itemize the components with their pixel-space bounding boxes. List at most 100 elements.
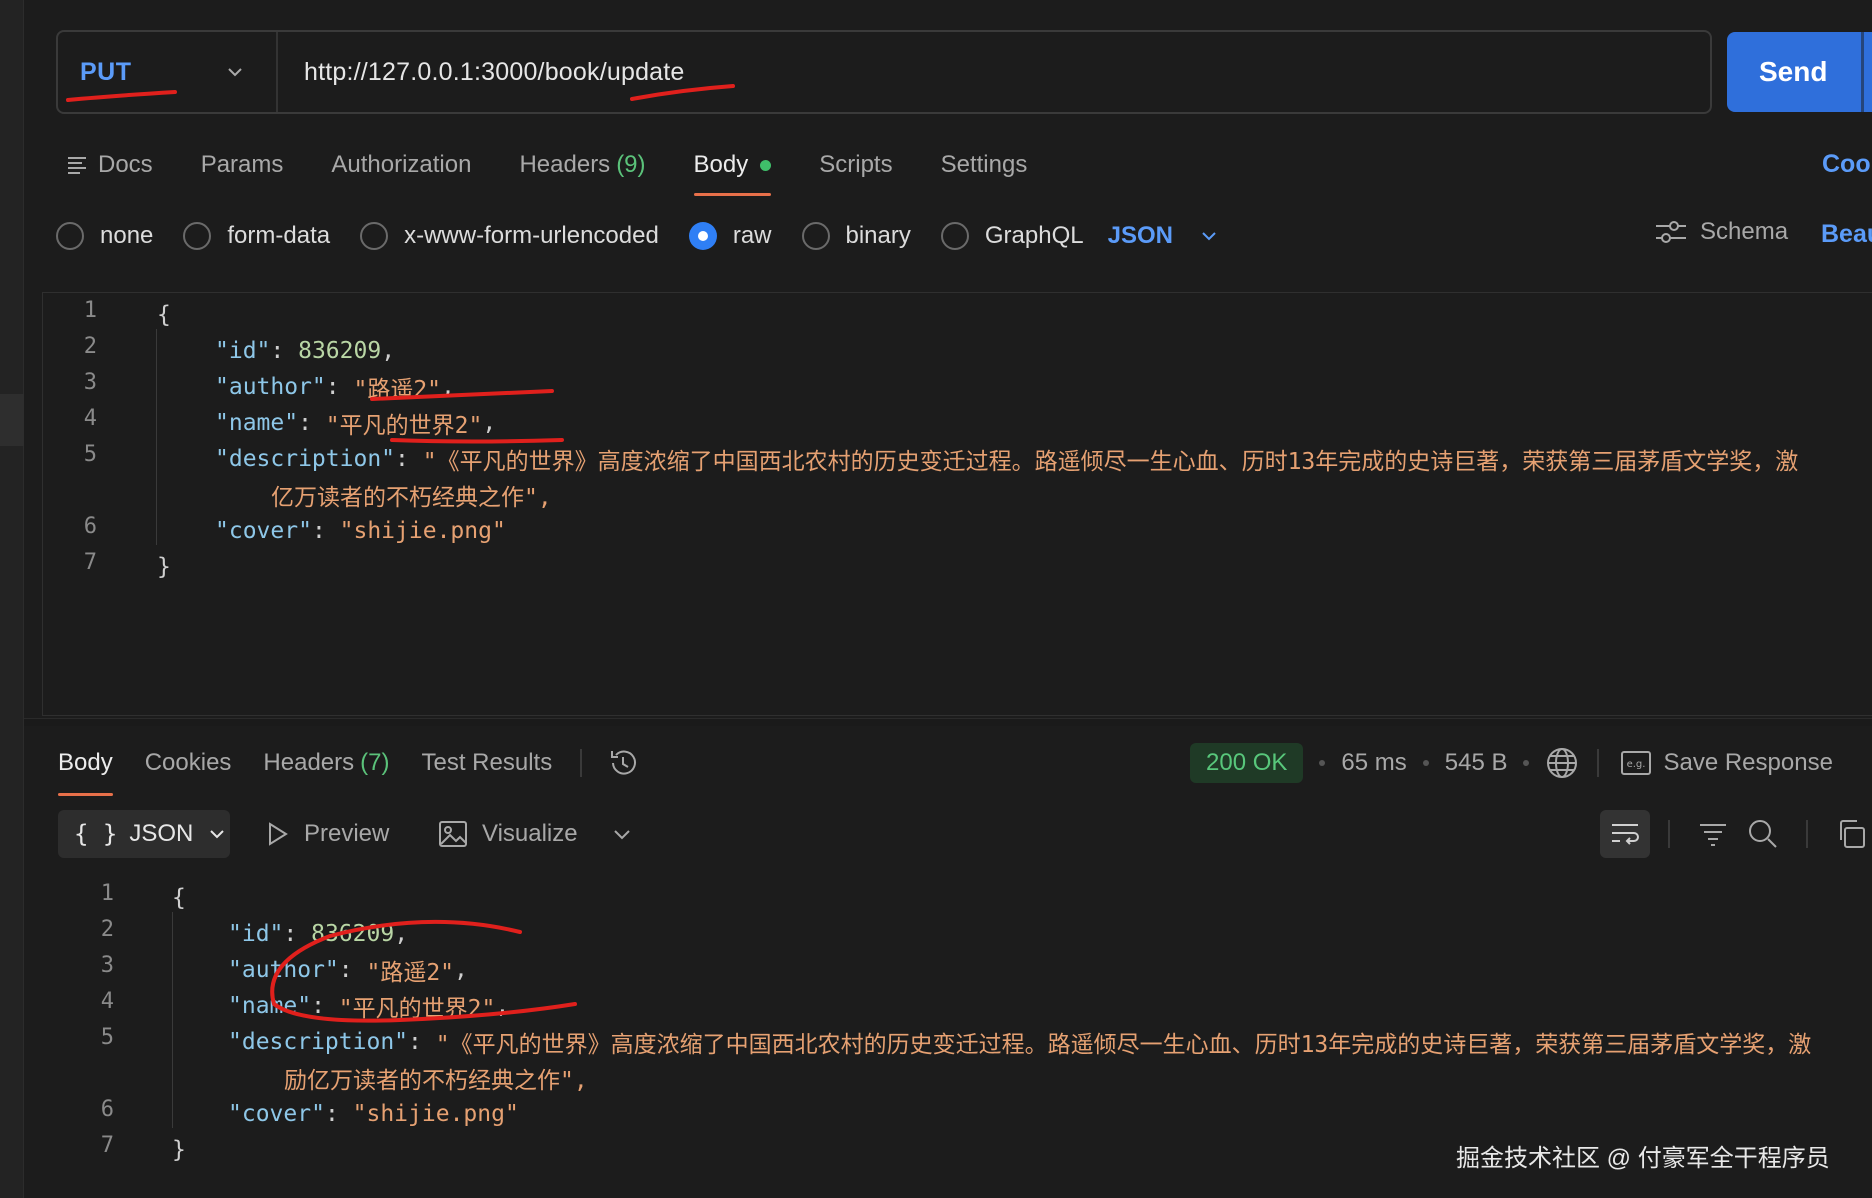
url-input[interactable]: http://127.0.0.1:3000/book/update bbox=[278, 58, 685, 87]
search-button[interactable] bbox=[1738, 810, 1788, 858]
status-badge[interactable]: 200 OK bbox=[1190, 743, 1304, 783]
tab-authorization-label: Authorization bbox=[331, 151, 472, 178]
wrap-lines-button[interactable] bbox=[1600, 810, 1650, 858]
tab-scripts-label: Scripts bbox=[819, 151, 893, 178]
json-key: "description" bbox=[215, 446, 396, 472]
brace-open: { bbox=[172, 885, 186, 911]
save-response-button[interactable]: e.g. Save Response bbox=[1621, 749, 1833, 777]
schema-label: Schema bbox=[1700, 218, 1789, 245]
request-body-editor[interactable]: 1 { 2 "id": 836209, 3 "author": "路遥2", 4… bbox=[42, 292, 1872, 716]
resp-tab-cookies-label: Cookies bbox=[144, 749, 232, 776]
image-icon bbox=[439, 821, 467, 847]
code-line: "author": "路遥2", bbox=[228, 952, 468, 988]
send-button[interactable]: Send bbox=[1727, 32, 1872, 112]
divider bbox=[1597, 749, 1600, 777]
brace-close: } bbox=[157, 554, 171, 580]
response-tools bbox=[1600, 810, 1872, 858]
request-tabs: Docs Params Authorization Headers (9) Bo… bbox=[66, 140, 1075, 196]
tab-body[interactable]: Body bbox=[693, 140, 772, 196]
left-gutter bbox=[0, 0, 24, 1198]
divider bbox=[1806, 820, 1808, 848]
resp-tab-body[interactable]: Body bbox=[58, 740, 113, 796]
filter-icon bbox=[1700, 824, 1726, 846]
radio-circle bbox=[940, 222, 969, 250]
code-line: "id": 836209, bbox=[228, 921, 409, 947]
radio-form-data[interactable]: form-data bbox=[183, 222, 330, 250]
url-bar: PUT http://127.0.0.1:3000/book/update bbox=[56, 30, 1712, 114]
code-line: { bbox=[172, 880, 186, 916]
search-icon bbox=[1749, 820, 1777, 848]
tab-body-label: Body bbox=[693, 151, 749, 178]
resp-tab-headers[interactable]: Headers (7) bbox=[263, 740, 389, 786]
radio-none-label: none bbox=[100, 222, 154, 249]
preview-button[interactable]: Preview bbox=[266, 810, 389, 858]
play-icon bbox=[269, 822, 288, 846]
response-format-select[interactable]: { } JSON bbox=[58, 810, 230, 858]
radio-circle bbox=[183, 222, 212, 250]
radio-none[interactable]: none bbox=[56, 222, 153, 250]
radio-graphql-label: GraphQL bbox=[984, 222, 1084, 249]
separator-dot bbox=[1319, 760, 1326, 766]
line-number: 5 bbox=[100, 1025, 114, 1050]
tab-authorization[interactable]: Authorization bbox=[331, 140, 471, 190]
schema-button[interactable]: Schema bbox=[1654, 218, 1788, 246]
json-value: "路遥2" bbox=[353, 377, 442, 403]
json-key: "id" bbox=[228, 921, 284, 947]
tab-settings[interactable]: Settings bbox=[941, 140, 1028, 190]
response-tabs: Body Cookies Headers (7) Test Results bbox=[58, 740, 640, 796]
method-select[interactable]: PUT bbox=[58, 32, 278, 112]
line-number: 1 bbox=[100, 881, 114, 906]
resp-tab-cookies[interactable]: Cookies bbox=[145, 740, 232, 786]
radio-raw[interactable]: raw bbox=[688, 222, 772, 250]
json-value: 836209 bbox=[311, 921, 395, 947]
visualize-label: Visualize bbox=[482, 820, 578, 847]
tab-headers[interactable]: Headers (9) bbox=[519, 140, 645, 190]
json-key: "author" bbox=[228, 957, 339, 983]
response-body-viewer[interactable]: 1 { 2 "id": 836209, 3 "author": "路遥2", 4… bbox=[56, 876, 1872, 1176]
json-value: "平凡的世界2" bbox=[325, 413, 483, 439]
line-number: 4 bbox=[83, 406, 97, 431]
radio-binary-label: binary bbox=[845, 222, 911, 249]
chevron-down-icon[interactable] bbox=[610, 822, 634, 846]
tab-params[interactable]: Params bbox=[201, 140, 284, 190]
wrap-icon bbox=[1612, 824, 1639, 845]
resp-tab-test-results[interactable]: Test Results bbox=[421, 740, 552, 786]
chevron-down-icon bbox=[210, 830, 225, 839]
beautify-link[interactable]: Beau bbox=[1821, 220, 1872, 249]
divider bbox=[580, 749, 583, 777]
tab-docs[interactable]: Docs bbox=[66, 140, 153, 190]
copy-button[interactable] bbox=[1826, 810, 1872, 858]
pane-divider[interactable] bbox=[24, 718, 1872, 726]
response-time[interactable]: 65 ms bbox=[1341, 749, 1406, 777]
line-number: 6 bbox=[83, 514, 97, 539]
globe-icon[interactable] bbox=[1545, 746, 1579, 780]
tab-settings-label: Settings bbox=[940, 151, 1028, 178]
docs-icon bbox=[68, 157, 86, 174]
radio-urlencoded-label: x-www-form-urlencoded bbox=[404, 222, 659, 249]
radio-urlencoded[interactable]: x-www-form-urlencoded bbox=[360, 222, 659, 250]
raw-format-select[interactable]: JSON bbox=[1108, 222, 1219, 250]
code-line: "author": "路遥2", bbox=[215, 369, 455, 405]
json-value-continued: 亿万读者的不朽经典之作", bbox=[271, 485, 552, 511]
cookies-link[interactable]: Coo bbox=[1822, 150, 1871, 179]
preview-label: Preview bbox=[304, 820, 390, 847]
response-size[interactable]: 545 B bbox=[1445, 749, 1508, 777]
sliders-icon bbox=[1656, 221, 1686, 243]
radio-binary[interactable]: binary bbox=[801, 222, 911, 250]
code-line: { bbox=[157, 297, 171, 333]
filter-button[interactable] bbox=[1688, 810, 1738, 858]
code-line: } bbox=[172, 1132, 186, 1168]
json-value: "shijie.png" bbox=[352, 1101, 519, 1127]
copy-icon bbox=[1840, 820, 1865, 848]
radio-circle bbox=[56, 222, 84, 250]
code-line: "name": "平凡的世界2", bbox=[228, 988, 509, 1024]
code-line-wrap: 亿万读者的不朽经典之作", bbox=[271, 477, 552, 513]
body-type-selector: none form-data x-www-form-urlencoded raw… bbox=[56, 214, 1219, 258]
history-icon[interactable] bbox=[606, 746, 640, 780]
chevron-down-icon bbox=[1202, 232, 1216, 241]
json-value-continued: 励亿万读者的不朽经典之作", bbox=[284, 1068, 588, 1094]
visualize-button[interactable]: Visualize bbox=[438, 810, 578, 858]
json-key: "id" bbox=[215, 338, 271, 364]
tab-scripts[interactable]: Scripts bbox=[819, 140, 892, 190]
radio-graphql[interactable]: GraphQL bbox=[940, 222, 1084, 250]
